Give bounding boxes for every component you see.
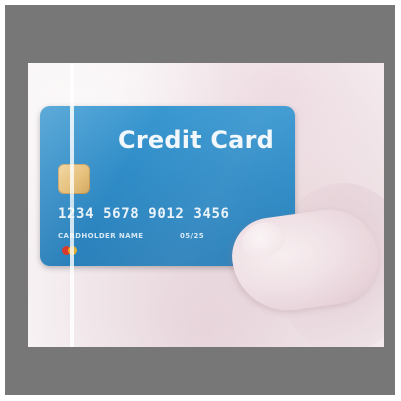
card-number: 1234 5678 9012 3456 xyxy=(58,206,230,222)
expiry-date: 05/25 xyxy=(180,232,205,240)
card-title: Credit Card xyxy=(118,126,274,154)
chip-icon xyxy=(58,164,90,194)
vertical-white-line xyxy=(70,63,74,347)
credit-card-photo: Credit Card 1234 5678 9012 3456 CARDHOLD… xyxy=(28,63,384,347)
screenshot-frame: Credit Card 1234 5678 9012 3456 CARDHOLD… xyxy=(0,0,401,401)
